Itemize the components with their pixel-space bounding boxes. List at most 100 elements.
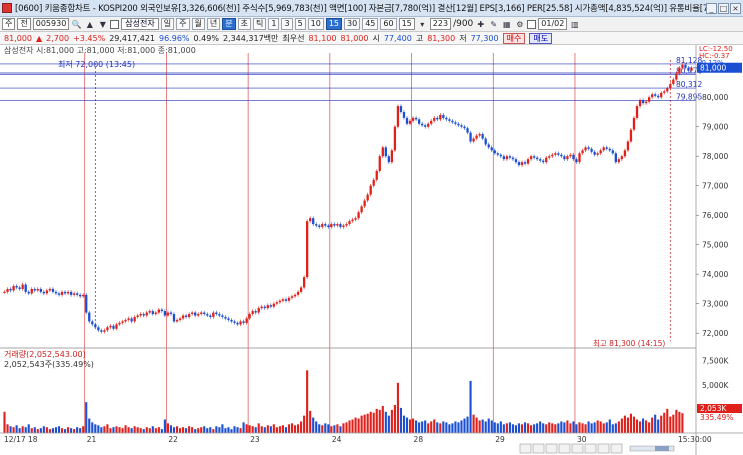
volume-bar <box>9 426 12 433</box>
candle-body <box>469 132 472 142</box>
candle-body <box>293 294 297 297</box>
high-annotation: 최고 81,300 (14:15) <box>593 338 665 348</box>
y-tick-label: 72,000 <box>702 329 728 338</box>
stock-chart[interactable]: 81,12880,77680,31279,895 81,00080,00079,… <box>0 45 743 455</box>
interval-button-15[interactable]: 15 <box>325 18 343 30</box>
interval-select[interactable]: 15 <box>398 18 415 30</box>
crosshair-icon[interactable]: ✚ <box>475 19 486 30</box>
volume-bar <box>451 423 454 433</box>
interval-button-60[interactable]: 60 <box>380 18 397 30</box>
stock-lock-checkbox[interactable] <box>110 19 120 29</box>
sell-button[interactable]: 매도 <box>529 32 553 44</box>
volume-bar <box>651 417 654 433</box>
period-select[interactable]: 주 <box>2 18 16 30</box>
x-tick-label: 30 <box>577 435 587 444</box>
search-icon[interactable]: 🔍 <box>71 19 82 30</box>
candle-body <box>106 327 109 331</box>
period-month-button[interactable]: 월 <box>191 18 205 30</box>
candle-body <box>499 154 502 157</box>
candle-body <box>48 288 52 291</box>
volume-bar <box>172 427 176 433</box>
volume-bar <box>287 424 291 433</box>
candle-body <box>15 286 18 288</box>
volume-bar <box>148 428 151 433</box>
candle-body <box>511 157 515 160</box>
candle-body <box>641 100 645 104</box>
grid-icon[interactable]: ▦ <box>501 19 512 30</box>
interval-button-10[interactable]: 10 <box>307 18 324 30</box>
arrow-down-icon[interactable]: ▼ <box>97 19 108 30</box>
stock-code-input[interactable]: 005930 <box>32 18 70 30</box>
minimize-icon[interactable]: _ <box>706 2 717 14</box>
interval-button-1[interactable]: 1 <box>268 18 280 30</box>
volume-bar <box>300 421 303 433</box>
candle-body <box>557 153 560 155</box>
interval-button-30[interactable]: 30 <box>344 18 361 30</box>
volume-bar <box>366 413 369 433</box>
volume-bar <box>496 423 499 433</box>
interval-button-45[interactable]: 45 <box>362 18 379 30</box>
arrow-up-icon[interactable]: ▲ <box>84 19 95 30</box>
period-week-button[interactable]: 주 <box>176 18 190 30</box>
candle-body <box>257 308 260 313</box>
candle-body <box>638 100 642 107</box>
candle-body <box>24 284 27 292</box>
volume-bar <box>415 420 418 433</box>
volume-bar <box>430 421 433 433</box>
volume-bar <box>112 427 115 433</box>
candle-body <box>360 206 363 213</box>
candle-body <box>542 160 545 163</box>
period-second-button[interactable]: 초 <box>237 18 251 30</box>
candle-body <box>127 318 130 320</box>
maximize-icon[interactable]: □ <box>718 2 729 14</box>
market-select[interactable]: 전 <box>17 18 31 30</box>
count-input[interactable]: 223 <box>429 18 452 30</box>
candle-body <box>51 288 55 292</box>
volume-bar <box>197 428 200 433</box>
candle-body <box>181 315 185 319</box>
chart-toolbar: 주 전 005930 🔍 ▲ ▼ 삼성전자 일 주 월 년 분 초 틱 1 3 … <box>0 17 743 32</box>
candle-body <box>427 123 430 127</box>
volume-bar <box>54 427 58 433</box>
candle-body <box>21 284 24 289</box>
volume-bar <box>623 415 626 433</box>
volume-bar <box>605 422 608 433</box>
volume-bar <box>251 426 254 433</box>
close-icon[interactable]: × <box>730 2 741 14</box>
volume-bar <box>608 419 611 433</box>
volume-bar <box>563 422 566 433</box>
volume-bar <box>254 427 257 433</box>
period-day-button[interactable]: 일 <box>160 18 175 30</box>
tools-icon[interactable]: ✎ <box>488 19 499 30</box>
buy-button[interactable]: 매수 <box>502 32 526 44</box>
volume-bar <box>36 429 39 433</box>
volume-bar <box>215 426 218 433</box>
candle-body <box>572 154 575 160</box>
candle-body <box>72 293 76 295</box>
volume-bar <box>73 429 76 433</box>
date-input[interactable]: 01/02 <box>538 18 568 30</box>
period-year-button[interactable]: 년 <box>206 18 221 30</box>
volume-legend: 거래량(2,052,543.00) <box>4 349 86 359</box>
calendar-icon[interactable]: ▥ <box>569 19 580 30</box>
candle-body <box>242 321 245 323</box>
date-checkbox[interactable] <box>527 19 537 29</box>
candle-body <box>457 123 460 126</box>
period-tick-button[interactable]: 틱 <box>253 18 267 30</box>
period-minute-button[interactable]: 분 <box>222 18 236 30</box>
candle-body <box>136 315 139 317</box>
candle-body <box>230 319 233 322</box>
volume-bar <box>224 428 227 433</box>
scroll-control-button <box>597 443 610 454</box>
low-price: 77,300 <box>470 33 499 43</box>
scroll-control-button <box>584 443 597 454</box>
candle-body <box>251 311 254 315</box>
interval-button-5[interactable]: 5 <box>294 18 306 30</box>
volume-bar <box>76 427 79 433</box>
settings-icon[interactable]: ⚙ <box>514 19 525 30</box>
interval-button-3[interactable]: 3 <box>281 18 293 30</box>
candle-body <box>451 120 454 123</box>
candle-body <box>133 316 136 322</box>
chevron-down-icon[interactable]: ▾ <box>417 19 428 30</box>
volume-bar <box>654 414 657 433</box>
